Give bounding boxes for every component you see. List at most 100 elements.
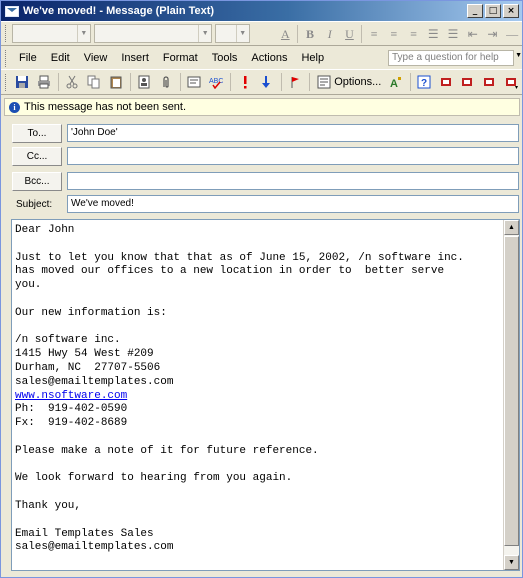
style-combo[interactable]: ▼: [11, 24, 91, 43]
body-text-after-link: Ph: 919-402-0590 Fx: 919-402-8689 Please…: [15, 403, 319, 554]
website-link[interactable]: www.nsoftware.com: [15, 390, 127, 402]
bcc-field[interactable]: [67, 172, 519, 190]
horizontal-line-button[interactable]: —: [502, 24, 522, 44]
copy-icon: [87, 75, 100, 89]
next-item-icon: [462, 78, 473, 86]
spelling-button[interactable]: ABC: [206, 72, 227, 92]
message-body[interactable]: Dear John Just to let you know that that…: [11, 219, 520, 571]
bullets-button[interactable]: ☰: [423, 24, 443, 44]
font-size-combo[interactable]: ▼: [215, 24, 250, 43]
menu-edit[interactable]: Edit: [44, 52, 77, 64]
scroll-up-arrow-icon[interactable]: ▲: [504, 220, 519, 235]
format-text-icon: A: [390, 77, 401, 89]
subject-field[interactable]: We've moved!: [67, 195, 519, 213]
move-to-folder-button[interactable]: [479, 72, 500, 92]
message-text[interactable]: Dear John Just to let you know that that…: [15, 224, 503, 555]
menu-help[interactable]: Help: [294, 52, 331, 64]
address-book-button[interactable]: [134, 72, 155, 92]
delete-icon: ▾: [505, 78, 518, 89]
cc-field[interactable]: [67, 147, 519, 165]
print-icon: [37, 75, 50, 89]
bold-button[interactable]: B: [300, 24, 320, 44]
svg-text:A: A: [390, 78, 398, 89]
italic-button[interactable]: I: [320, 24, 340, 44]
options-label: Options...: [334, 76, 382, 88]
down-arrow-icon: [262, 76, 271, 88]
align-right-button[interactable]: ≡: [404, 24, 424, 44]
options-button[interactable]: Options...: [317, 75, 381, 89]
copy-button[interactable]: [84, 72, 105, 92]
font-color-button[interactable]: A: [275, 24, 295, 44]
toolbar-grip[interactable]: [5, 73, 8, 91]
options-icon: [317, 75, 331, 89]
help-icon: ?: [417, 75, 431, 89]
low-importance-button[interactable]: [256, 72, 277, 92]
maximize-button[interactable]: □: [485, 4, 501, 18]
check-names-icon: [187, 76, 201, 88]
title-bar[interactable]: We've moved! - Message (Plain Text) _ □ …: [1, 1, 522, 21]
envelope-icon: [5, 5, 19, 17]
to-button[interactable]: To...: [12, 123, 62, 143]
address-book-icon: [138, 75, 150, 89]
bcc-button[interactable]: Bcc...: [12, 171, 62, 191]
to-row: To... 'John Doe': [12, 123, 519, 143]
toolbar-separator: [309, 73, 311, 91]
close-button[interactable]: ×: [503, 4, 519, 18]
vertical-scrollbar[interactable]: ▲ ▼: [503, 220, 519, 570]
paperclip-icon: [163, 76, 169, 88]
body-text-before-link: Dear John Just to let you know that that…: [15, 224, 464, 388]
scroll-down-arrow-icon[interactable]: ▼: [504, 555, 519, 570]
print-button[interactable]: [34, 72, 55, 92]
menu-file[interactable]: File: [12, 52, 44, 64]
formatting-toolbar: ▼ ▼ ▼ A B I U ≡ ≡ ≡ ☰ ☰ ⇤ ⇥ —: [1, 21, 522, 46]
help-button[interactable]: ?: [414, 72, 435, 92]
chevron-down-icon: ▼: [235, 25, 249, 42]
toolbar-separator: [361, 24, 363, 43]
menu-tools[interactable]: Tools: [205, 52, 245, 64]
move-to-folder-icon: [483, 78, 494, 86]
next-item-button[interactable]: [457, 72, 478, 92]
high-importance-button[interactable]: [234, 72, 255, 92]
menu-bar: File Edit View Insert Format Tools Actio…: [1, 47, 522, 69]
increase-indent-button[interactable]: ⇥: [483, 24, 503, 44]
format-text-button[interactable]: A: [385, 72, 406, 92]
menu-format[interactable]: Format: [156, 52, 205, 64]
help-search-input[interactable]: Type a question for help: [388, 50, 514, 66]
scrollbar-thumb[interactable]: [504, 236, 519, 546]
previous-item-button[interactable]: [435, 72, 456, 92]
toolbar-grip[interactable]: [5, 25, 8, 42]
menu-insert[interactable]: Insert: [114, 52, 156, 64]
menu-view[interactable]: View: [77, 52, 115, 64]
svg-text:▾: ▾: [515, 85, 518, 89]
save-button[interactable]: [12, 72, 33, 92]
toolbar-grip[interactable]: [5, 49, 8, 67]
align-center-button[interactable]: ≡: [384, 24, 404, 44]
window-title: We've moved! - Message (Plain Text): [23, 5, 215, 17]
font-combo[interactable]: ▼: [93, 24, 213, 43]
save-icon: [16, 76, 29, 88]
attach-file-button[interactable]: [156, 72, 177, 92]
menu-actions[interactable]: Actions: [244, 52, 294, 64]
cut-button[interactable]: [62, 72, 83, 92]
spellcheck-icon: ABC: [209, 78, 223, 89]
flag-icon: [291, 77, 299, 88]
subject-row: Subject: We've moved!: [12, 194, 519, 214]
minimize-button[interactable]: _: [467, 4, 483, 18]
toolbar-separator: [58, 73, 60, 91]
check-names-button[interactable]: [184, 72, 205, 92]
delete-button[interactable]: ▾: [500, 72, 521, 92]
align-left-button[interactable]: ≡: [364, 24, 384, 44]
numbering-button[interactable]: ☰: [443, 24, 463, 44]
paste-button[interactable]: [105, 72, 126, 92]
cc-button[interactable]: Cc...: [12, 146, 62, 166]
bcc-row: Bcc...: [12, 171, 519, 191]
exclamation-icon: [243, 76, 247, 89]
chevron-down-icon[interactable]: ▼: [515, 52, 522, 59]
svg-text:?: ?: [421, 78, 427, 89]
underline-button[interactable]: U: [340, 24, 360, 44]
decrease-indent-button[interactable]: ⇤: [463, 24, 483, 44]
follow-up-button[interactable]: [285, 72, 306, 92]
to-field[interactable]: 'John Doe': [67, 124, 519, 142]
info-icon: i: [9, 101, 20, 113]
